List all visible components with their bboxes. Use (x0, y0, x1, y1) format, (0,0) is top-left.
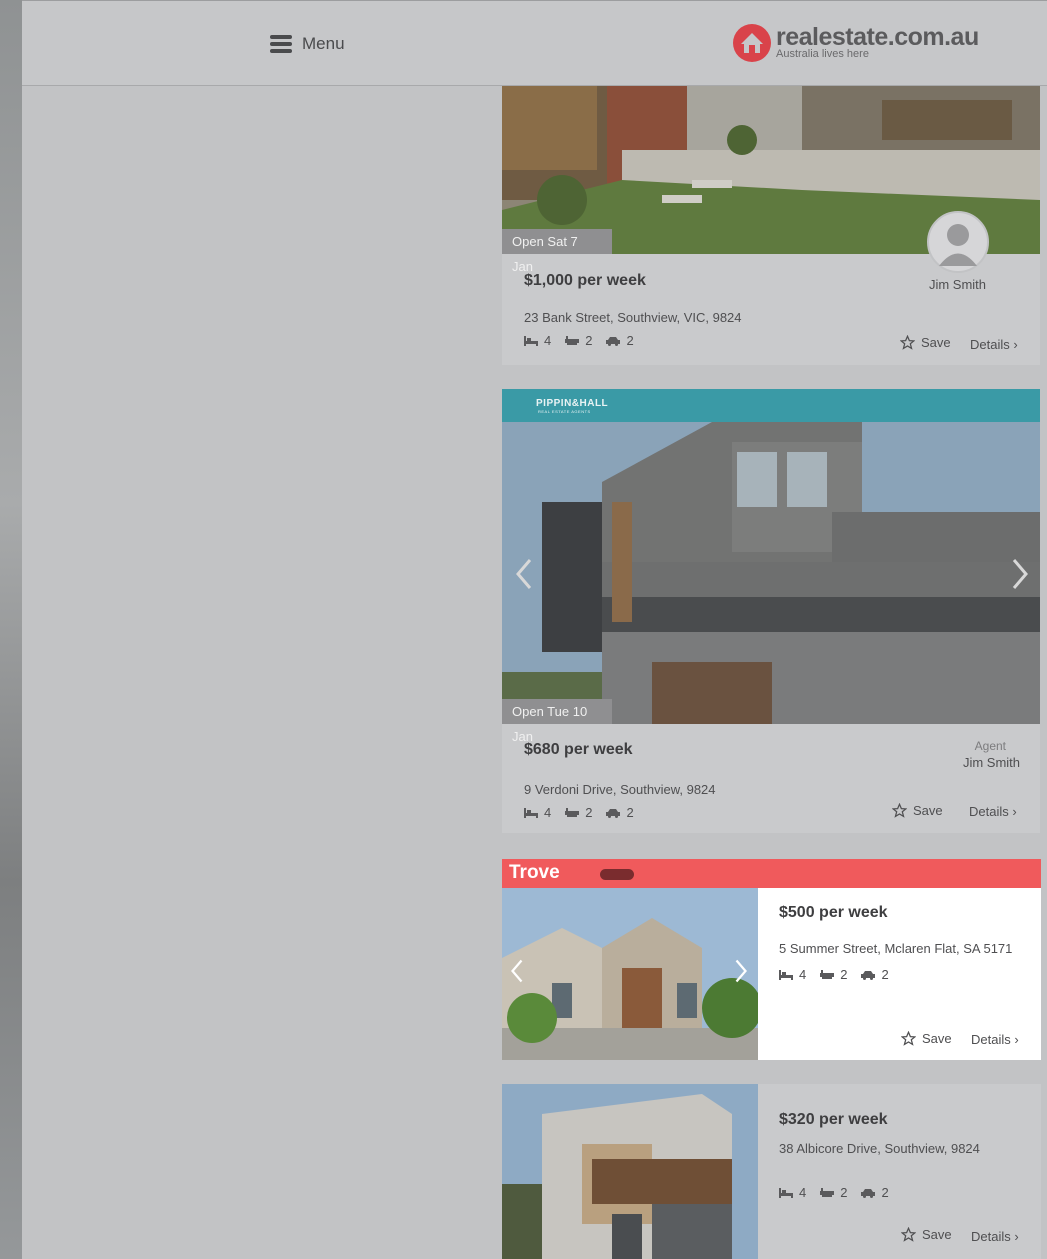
agency-brand-bar: Trove (502, 859, 1041, 888)
bed-count: 4 (544, 805, 552, 820)
bed-count: 4 (799, 1185, 807, 1200)
menu-button[interactable]: Menu (270, 31, 345, 57)
details-link[interactable]: Details › (969, 804, 1017, 819)
save-button[interactable]: Save (900, 335, 951, 350)
listing-card[interactable]: Trove $500 per week 5 Summer Street, Mcl… (502, 859, 1041, 1060)
bath-count: 2 (585, 805, 593, 820)
car-count: 2 (626, 333, 634, 348)
listing-card[interactable]: $320 per week 38 Albicore Drive, Southvi… (502, 1084, 1041, 1259)
listing-features: 4 2 2 (779, 967, 889, 982)
open-inspection-badge: Open Tue 10 Jan (502, 699, 612, 744)
listing-address: 5 Summer Street, Mclaren Flat, SA 5171 (779, 941, 1013, 956)
listing-price: $1,000 per week (524, 272, 646, 289)
listing-features: 4 2 2 (524, 333, 634, 348)
agent-name: Jim Smith (928, 277, 986, 292)
star-icon (901, 1031, 916, 1046)
site-header: Menu realestate.com.au Australia lives h… (22, 0, 1047, 86)
listing-address: 23 Bank Street, Southview, VIC, 9824 (524, 310, 742, 325)
details-label: Details (971, 1032, 1011, 1047)
listing-price: $500 per week (779, 904, 888, 921)
chevron-left-icon[interactable] (508, 958, 526, 984)
bath-icon (565, 807, 580, 817)
details-link[interactable]: Details › (971, 1229, 1019, 1244)
background-edge (0, 0, 22, 1259)
bath-count: 2 (840, 967, 848, 982)
listing-price: $320 per week (779, 1111, 888, 1128)
bed-icon (779, 969, 793, 980)
agency-brand-bar: PIPPIN&HALL REAL ESTATE AGENTS (502, 389, 1040, 422)
chevron-right-icon: › (1014, 1229, 1019, 1244)
listing-address: 38 Albicore Drive, Southview, 9824 (779, 1141, 980, 1156)
car-icon (861, 1188, 876, 1198)
chevron-left-icon[interactable] (512, 557, 536, 591)
chevron-right-icon: › (1012, 804, 1017, 819)
agency-logo-sub: REAL ESTATE AGENTS (538, 409, 591, 414)
car-count: 2 (626, 805, 634, 820)
save-label: Save (922, 1227, 952, 1242)
bath-icon (820, 969, 835, 979)
bed-count: 4 (544, 333, 552, 348)
listing-features: 4 2 2 (524, 805, 634, 820)
agency-logo: Trove (509, 862, 560, 883)
listing-photo[interactable] (502, 422, 1040, 724)
chevron-right-icon: › (1013, 337, 1018, 352)
bath-icon (565, 335, 580, 345)
details-link[interactable]: Details › (970, 337, 1018, 352)
save-label: Save (913, 803, 943, 818)
save-button[interactable]: Save (901, 1227, 952, 1242)
bath-icon (820, 1187, 835, 1197)
details-label: Details (969, 804, 1009, 819)
bath-count: 2 (585, 333, 593, 348)
chevron-right-icon: › (1014, 1032, 1019, 1047)
details-link[interactable]: Details › (971, 1032, 1019, 1047)
bed-count: 4 (799, 967, 807, 982)
listing-address: 9 Verdoni Drive, Southview, 9824 (524, 782, 716, 797)
car-icon (606, 808, 621, 818)
save-label: Save (922, 1031, 952, 1046)
save-label: Save (921, 335, 951, 350)
bed-icon (524, 335, 538, 346)
star-icon (892, 803, 907, 818)
bed-icon (524, 807, 538, 818)
hamburger-icon (270, 35, 292, 53)
details-label: Details (971, 1229, 1011, 1244)
listing-price: $680 per week (524, 741, 633, 758)
star-icon (900, 335, 915, 350)
car-count: 2 (881, 1185, 889, 1200)
listing-card[interactable]: PIPPIN&HALL REAL ESTATE AGENTS Open Tue … (502, 389, 1040, 833)
chevron-right-icon[interactable] (732, 958, 750, 984)
save-button[interactable]: Save (892, 803, 943, 818)
listing-features: 4 2 2 (779, 1185, 889, 1200)
listing-photo[interactable] (502, 888, 758, 1060)
bath-count: 2 (840, 1185, 848, 1200)
car-count: 2 (881, 967, 889, 982)
agent-name: Jim Smith (962, 755, 1020, 770)
details-label: Details (970, 337, 1010, 352)
car-icon (606, 336, 621, 346)
logo-wordmark: realestate.com.au (776, 23, 979, 51)
agency-logo: PIPPIN&HALL (536, 398, 609, 409)
site-logo[interactable]: realestate.com.au Australia lives here (732, 23, 979, 63)
agency-badge-icon (600, 869, 634, 880)
house-logo-icon (733, 24, 771, 62)
menu-label: Menu (302, 34, 345, 53)
bed-icon (779, 1187, 793, 1198)
agent-label: Agent (974, 739, 1006, 753)
avatar-icon (927, 211, 989, 273)
star-icon (901, 1227, 916, 1242)
listing-photo[interactable] (502, 1084, 758, 1259)
chevron-right-icon[interactable] (1008, 557, 1032, 591)
car-icon (861, 970, 876, 980)
save-button[interactable]: Save (901, 1031, 952, 1046)
open-inspection-badge: Open Sat 7 Jan (502, 229, 612, 274)
